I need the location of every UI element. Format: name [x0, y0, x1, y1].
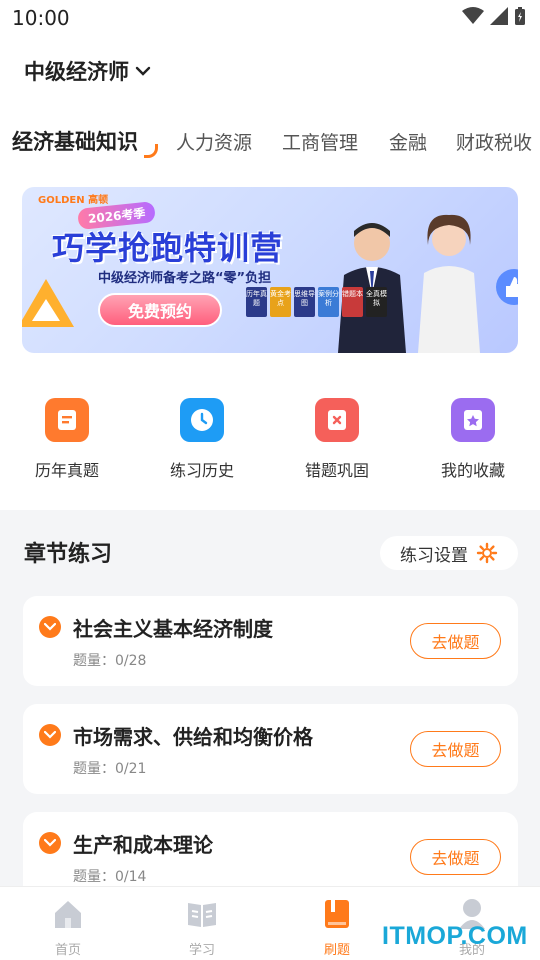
quick-action-label: 错题巩固: [304, 461, 369, 480]
thumbs-up-icon: [496, 269, 518, 305]
chapter-question-count: 题量：0/21: [73, 761, 147, 777]
tab-economic-basics[interactable]: 经济基础知识: [12, 126, 138, 156]
banner-triangle-decoration: [22, 279, 74, 327]
quick-action-past-exams[interactable]: 历年真题: [12, 398, 122, 481]
banner-book: 案例分析: [318, 287, 339, 317]
status-icons: [462, 6, 526, 26]
expand-chevron-icon[interactable]: [39, 832, 61, 854]
practice-settings-button[interactable]: 练习设置: [380, 536, 518, 570]
nav-home[interactable]: 首页: [28, 897, 108, 958]
chapter-title: 生产和成本理论: [73, 833, 213, 857]
start-practice-button[interactable]: 去做题: [410, 731, 501, 767]
open-book-icon: [188, 903, 216, 927]
start-practice-label: 去做题: [431, 741, 480, 760]
promo-banner[interactable]: GOLDEN 高顿 2026考季 巧学抢跑特训营 中级经济师备考之路“零”负担 …: [22, 187, 518, 353]
banner-book: 错题本: [342, 287, 363, 317]
tab-business-management[interactable]: 工商管理: [282, 128, 358, 155]
cellular-signal-icon: [490, 7, 508, 25]
chapter-title: 社会主义基本经济制度: [73, 617, 273, 641]
banner-teacher-female-image: [418, 214, 480, 353]
banner-title: 巧学抢跑特训营: [52, 229, 284, 267]
clock-icon: [180, 398, 224, 442]
banner-books: 历年真题 黄金考点 思维导图 案例分析 错题本 全真模拟: [246, 287, 387, 317]
quick-action-history[interactable]: 练习历史: [147, 398, 257, 481]
star-bookmark-icon: [451, 398, 495, 442]
expand-chevron-icon[interactable]: [39, 616, 61, 638]
battery-icon: [515, 7, 525, 25]
chapter-title: 市场需求、供给和均衡价格: [73, 725, 313, 749]
start-practice-label: 去做题: [431, 849, 480, 868]
chevron-down-icon: [135, 66, 151, 76]
banner-teacher-male-image: [338, 223, 406, 353]
chapter-practice-title: 章节练习: [24, 542, 113, 567]
nav-label: 首页: [54, 943, 81, 958]
banner-subtitle: 中级经济师备考之路“零”负担: [98, 271, 272, 286]
banner-brand: GOLDEN 高顿: [38, 195, 109, 206]
banner-reserve-button[interactable]: 免费预约: [98, 293, 222, 327]
nav-label: 学习: [188, 943, 215, 958]
wifi-icon: [462, 7, 484, 24]
practice-settings-label: 练习设置: [400, 545, 468, 566]
banner-reserve-label: 免费预约: [127, 302, 192, 321]
chapter-question-count: 题量：0/28: [73, 653, 147, 669]
tab-fiscal-tax[interactable]: 财政税收: [456, 128, 532, 155]
chapter-card: 社会主义基本经济制度 题量：0/28 去做题: [23, 596, 518, 686]
active-tab-indicator: [144, 144, 158, 158]
site-watermark: ITMOP.COM: [382, 922, 528, 950]
quick-action-favorites[interactable]: 我的收藏: [418, 398, 528, 481]
quick-action-label: 我的收藏: [440, 461, 505, 480]
practice-book-icon: [325, 900, 349, 928]
top-panel: 10:00 中级经济师 经济基础知识 人力资源 工商管理 金融 财政税收 GOL…: [0, 0, 540, 510]
nav-study[interactable]: 学习: [162, 897, 242, 958]
start-practice-button[interactable]: 去做题: [410, 623, 501, 659]
document-icon: [45, 398, 89, 442]
tab-human-resources[interactable]: 人力资源: [176, 128, 252, 155]
start-practice-button[interactable]: 去做题: [410, 839, 501, 875]
home-icon: [55, 901, 81, 928]
nav-label: 刷题: [323, 943, 350, 958]
chapter-question-count: 题量：0/14: [73, 869, 147, 885]
exam-level-selector[interactable]: 中级经济师: [24, 56, 151, 86]
banner-book: 全真模拟: [366, 287, 387, 317]
banner-book: 历年真题: [246, 287, 267, 317]
quick-action-label: 练习历史: [169, 461, 234, 480]
banner-book: 思维导图: [294, 287, 315, 317]
quick-action-mistakes[interactable]: 错题巩固: [282, 398, 392, 481]
subject-tabs: 经济基础知识 人力资源 工商管理 金融 财政税收: [0, 118, 540, 168]
chapter-card: 市场需求、供给和均衡价格 题量：0/21 去做题: [23, 704, 518, 794]
banner-book: 黄金考点: [270, 287, 291, 317]
status-bar: 10:00: [0, 0, 540, 36]
nav-practice[interactable]: 刷题: [297, 897, 377, 958]
error-book-icon: [315, 398, 359, 442]
gear-icon: [476, 542, 498, 564]
tab-finance[interactable]: 金融: [389, 128, 427, 155]
expand-chevron-icon[interactable]: [39, 724, 61, 746]
start-practice-label: 去做题: [431, 633, 480, 652]
exam-level-label: 中级经济师: [24, 60, 129, 84]
status-time: 10:00: [12, 6, 70, 30]
quick-action-label: 历年真题: [34, 461, 99, 480]
